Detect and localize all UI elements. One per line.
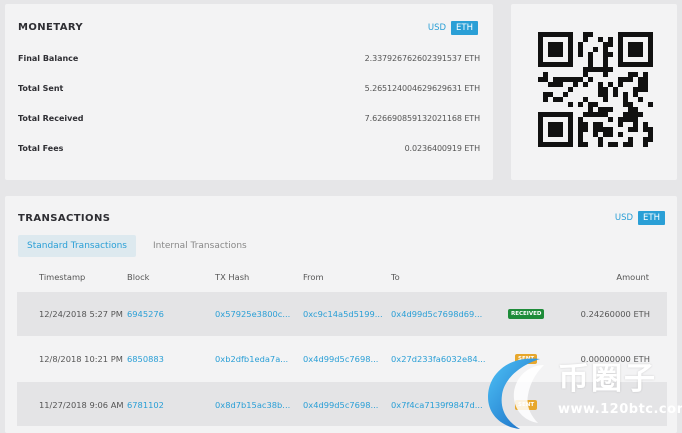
total-sent-label: Total Sent (18, 83, 64, 93)
col-from: From (303, 272, 324, 282)
transactions-card: TRANSACTIONS USD ETH Standard Transactio… (5, 196, 677, 433)
final-balance-label: Final Balance (18, 53, 79, 63)
row-timestamp: 12/24/2018 5:27 PM (39, 309, 123, 319)
row-block-link[interactable]: 6781102 (127, 400, 164, 410)
qr-card (511, 4, 677, 180)
status-badge: RECEIVED (508, 309, 545, 319)
monetary-currency-toggle: USD ETH (423, 21, 478, 35)
col-block: Block (127, 272, 150, 282)
col-tx-hash: TX Hash (215, 272, 250, 282)
final-balance-value: 2.337926762602391537 ETH (364, 53, 480, 63)
col-to: To (391, 272, 400, 282)
total-fees-label: Total Fees (18, 143, 64, 153)
total-fees-row: Total Fees 0.0236400919 ETH (18, 140, 480, 156)
total-sent-row: Total Sent 5.265124004629629631 ETH (18, 80, 480, 96)
total-received-label: Total Received (18, 113, 84, 123)
tab-internal-transactions[interactable]: Internal Transactions (144, 235, 256, 257)
col-timestamp: Timestamp (39, 272, 86, 282)
total-received-row: Total Received 7.626690859132021168 ETH (18, 110, 480, 126)
transactions-title: TRANSACTIONS (18, 213, 111, 224)
table-row[interactable]: 12/8/2018 10:21 PM 6850883 0xb2dfb1eda7a… (17, 336, 667, 380)
row-from-link[interactable]: 0xc9c14a5d5199... (303, 309, 383, 319)
row-to-link[interactable]: 0x7f4ca7139f9847d... (391, 400, 483, 410)
row-timestamp: 11/27/2018 9:06 AM (39, 400, 124, 410)
table-row[interactable]: 11/27/2018 9:06 AM 6781102 0x8d7b15ac38b… (17, 382, 667, 426)
row-timestamp: 12/8/2018 10:21 PM (39, 354, 123, 364)
monetary-usd-button[interactable]: USD (423, 21, 451, 35)
row-from-link[interactable]: 0x4d99d5c7698... (303, 354, 378, 364)
row-to-link[interactable]: 0x27d233fa6032e84... (391, 354, 486, 364)
row-amount: 0.24260000 ETH (580, 309, 650, 319)
qr-code-icon (538, 32, 653, 147)
monetary-title: MONETARY (18, 22, 84, 33)
row-block-link[interactable]: 6945276 (127, 309, 164, 319)
row-from-link[interactable]: 0x4d99d5c7698... (303, 400, 378, 410)
row-block-link[interactable]: 6850883 (127, 354, 164, 364)
transactions-currency-toggle: USD ETH (610, 211, 665, 225)
row-tx-hash-link[interactable]: 0x8d7b15ac38b... (215, 400, 290, 410)
total-fees-value: 0.0236400919 ETH (404, 143, 481, 153)
row-tx-hash-link[interactable]: 0xb2dfb1eda7a... (215, 354, 288, 364)
row-tx-hash-link[interactable]: 0x57925e3800c... (215, 309, 290, 319)
total-sent-value: 5.265124004629629631 ETH (364, 83, 480, 93)
status-badge: SENT (515, 354, 538, 364)
row-amount: 0.00000000 ETH (580, 354, 650, 364)
tab-standard-transactions[interactable]: Standard Transactions (18, 235, 136, 257)
monetary-eth-button[interactable]: ETH (451, 21, 478, 35)
status-badge: SENT (515, 400, 538, 410)
transactions-table-header: Timestamp Block TX Hash From To Amount (5, 272, 677, 286)
total-received-value: 7.626690859132021168 ETH (364, 113, 480, 123)
transactions-usd-button[interactable]: USD (610, 211, 638, 225)
transactions-eth-button[interactable]: ETH (638, 211, 665, 225)
table-row[interactable]: 12/24/2018 5:27 PM 6945276 0x57925e3800c… (17, 292, 667, 336)
row-to-link[interactable]: 0x4d99d5c7698d69... (391, 309, 482, 319)
transaction-tabs: Standard Transactions Internal Transacti… (18, 235, 256, 257)
monetary-card: MONETARY USD ETH Final Balance 2.3379267… (5, 4, 493, 180)
col-amount: Amount (616, 272, 649, 282)
final-balance-row: Final Balance 2.337926762602391537 ETH (18, 50, 480, 66)
